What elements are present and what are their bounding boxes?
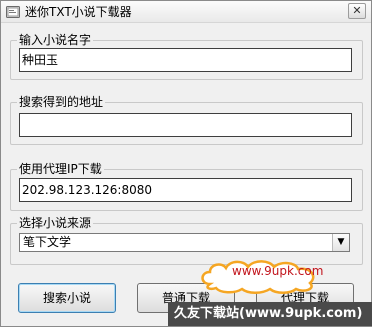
title-bar[interactable]: 迷你TXT小说下载器 ✕ bbox=[1, 1, 371, 23]
chevron-down-icon[interactable]: ▼ bbox=[332, 234, 349, 251]
search-address-field[interactable] bbox=[19, 113, 352, 137]
watermark-cloud-text: www.9upk.com bbox=[232, 264, 324, 278]
novel-name-input[interactable]: 种田玉 bbox=[19, 48, 352, 72]
close-icon: ✕ bbox=[352, 4, 362, 17]
search-novel-button[interactable]: 搜索小说 bbox=[18, 283, 116, 313]
novel-name-label: 输入小说名字 bbox=[17, 33, 94, 48]
close-button[interactable]: ✕ bbox=[348, 3, 366, 19]
window-title: 迷你TXT小说下载器 bbox=[25, 5, 132, 19]
watermark-site-text: 久友下载站(www.9upk.com) bbox=[174, 306, 363, 321]
search-address-label: 搜索得到的地址 bbox=[17, 95, 106, 110]
novel-source-label: 选择小说来源 bbox=[17, 216, 94, 231]
proxy-ip-label: 使用代理IP下载 bbox=[17, 162, 104, 177]
novel-source-value: 笔下文学 bbox=[23, 235, 72, 249]
novel-source-select[interactable]: 笔下文学 ▼ bbox=[19, 233, 350, 252]
app-icon bbox=[6, 6, 20, 18]
proxy-ip-input[interactable]: 202.98.123.126:8080 bbox=[19, 178, 352, 202]
